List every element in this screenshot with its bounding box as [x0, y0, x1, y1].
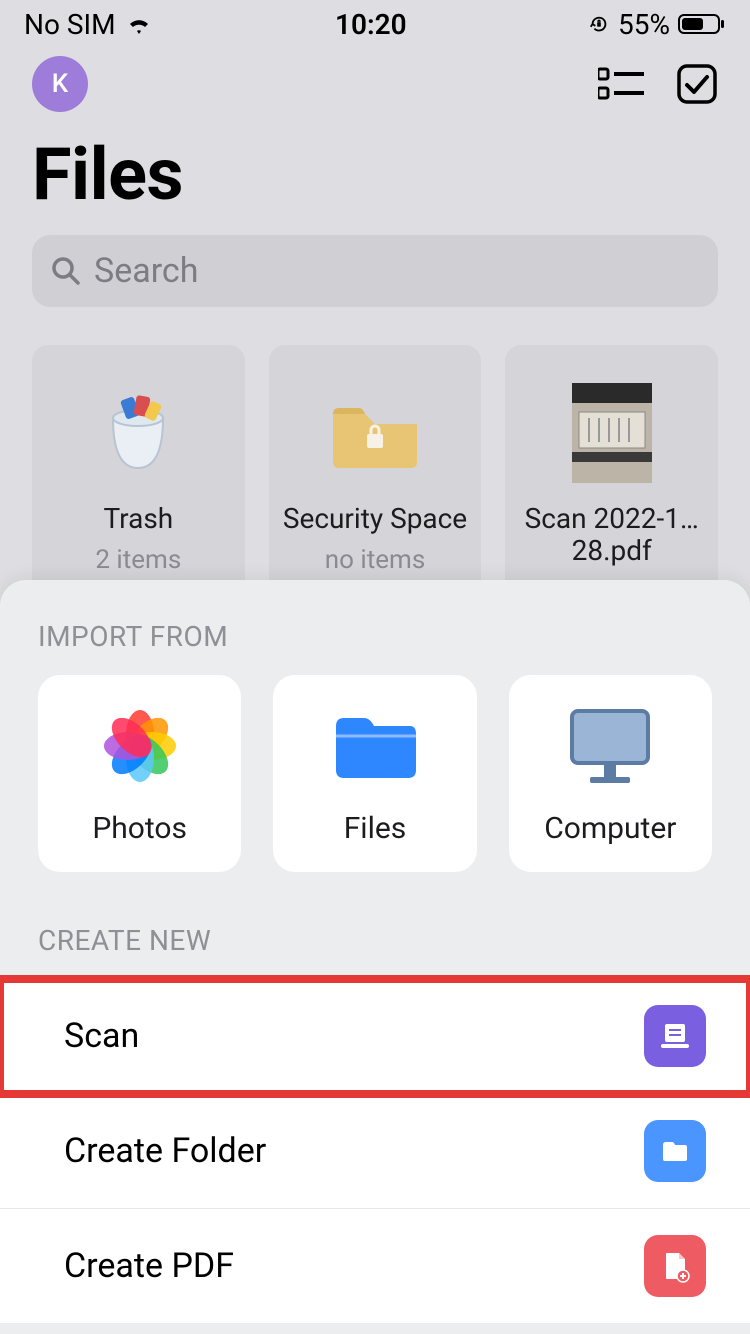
create-label: Scan [64, 1016, 139, 1056]
photos-icon [95, 703, 185, 789]
file-name: Security Space [283, 503, 467, 535]
search-input[interactable]: Search [32, 235, 718, 307]
file-name: Scan 2022-1…28.pdf [517, 503, 706, 567]
create-item-scan[interactable]: Scan [0, 979, 750, 1094]
status-bar: No SIM 10:20 55% [0, 0, 750, 48]
select-checkbox-icon[interactable] [676, 63, 718, 105]
page-title: Files [0, 112, 750, 235]
create-list: Scan Create Folder Create PDF [0, 979, 750, 1323]
create-label: Create Folder [64, 1131, 266, 1171]
battery-icon [678, 12, 726, 36]
clock-label: 10:20 [335, 8, 407, 41]
file-sub: 2 items [95, 545, 181, 575]
file-sub: no items [325, 545, 425, 575]
battery-pct-label: 55% [618, 8, 670, 41]
import-computer[interactable]: Computer [509, 675, 712, 872]
import-label: Files [344, 811, 407, 846]
create-item-folder[interactable]: Create Folder [0, 1094, 750, 1209]
computer-icon [560, 703, 660, 789]
create-item-pdf[interactable]: Create PDF [0, 1209, 750, 1323]
trash-icon [93, 373, 183, 493]
avatar-initial: K [52, 69, 68, 99]
create-section-header: CREATE NEW [0, 872, 750, 979]
orientation-lock-icon [588, 13, 610, 35]
import-label: Computer [544, 811, 676, 846]
layout-list-icon[interactable] [598, 66, 644, 102]
search-icon [50, 255, 82, 287]
folder-icon [644, 1120, 706, 1182]
import-label: Photos [92, 811, 187, 846]
pdf-icon [644, 1235, 706, 1297]
wifi-icon [124, 13, 154, 35]
action-sheet: IMPORT FROM Photos [0, 580, 750, 1334]
secure-folder-icon [325, 373, 425, 493]
import-section-header: IMPORT FROM [0, 620, 750, 675]
carrier-label: No SIM [24, 8, 116, 41]
scan-icon [644, 1005, 706, 1067]
import-files[interactable]: Files [273, 675, 476, 872]
import-photos[interactable]: Photos [38, 675, 241, 872]
app-header: K [0, 48, 750, 112]
files-folder-icon [330, 703, 420, 789]
create-label: Create PDF [64, 1246, 234, 1286]
search-placeholder: Search [94, 251, 198, 291]
import-row: Photos Files Computer [0, 675, 750, 872]
document-thumbnail [567, 373, 657, 493]
avatar[interactable]: K [32, 56, 88, 112]
file-name: Trash [103, 503, 173, 535]
